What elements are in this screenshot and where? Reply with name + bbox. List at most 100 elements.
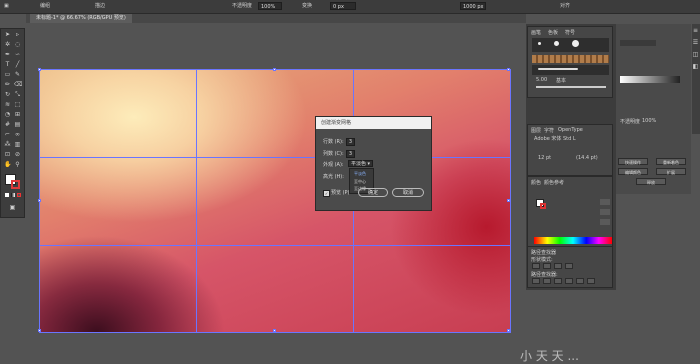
- graph-tool-icon[interactable]: ▥: [14, 142, 21, 148]
- mesh-line-horizontal[interactable]: [40, 245, 510, 246]
- preview-checkbox[interactable]: ✓: [323, 190, 330, 197]
- brush-dot-icon[interactable]: [572, 40, 579, 47]
- direct-selection-tool-icon[interactable]: ▹: [14, 32, 21, 38]
- ctrl-align-label[interactable]: 对齐: [560, 2, 570, 11]
- tab-character[interactable]: 字符: [544, 127, 554, 134]
- bounding-handle[interactable]: [273, 329, 276, 332]
- properties-icon[interactable]: ☰: [692, 40, 699, 46]
- blend-tool-icon[interactable]: ∞: [14, 132, 21, 138]
- brush-dot-icon[interactable]: [554, 41, 559, 46]
- mesh-tool-icon[interactable]: #: [4, 122, 11, 128]
- bounding-handle[interactable]: [273, 68, 276, 71]
- artboard-gradient-mesh[interactable]: [38, 68, 511, 333]
- outline-icon[interactable]: [576, 278, 584, 284]
- ctrl-transform-label[interactable]: 变换: [302, 2, 312, 11]
- line-tool-icon[interactable]: ╱: [14, 62, 21, 68]
- dropdown-option[interactable]: 至中心: [354, 179, 366, 185]
- stroke-color-swatch[interactable]: [11, 180, 20, 189]
- font-size-field[interactable]: 12 pt: [538, 155, 551, 161]
- bounding-handle[interactable]: [507, 329, 510, 332]
- minus-back-icon[interactable]: [587, 278, 595, 284]
- artboard-tool-icon[interactable]: ⊡: [4, 152, 11, 158]
- intersect-icon[interactable]: [554, 263, 562, 269]
- dropdown-option[interactable]: 平淡色: [354, 171, 366, 177]
- slice-tool-icon[interactable]: ⊘: [14, 152, 21, 158]
- color-spectrum-bar[interactable]: [534, 237, 612, 244]
- columns-input[interactable]: 3: [346, 150, 355, 158]
- color-value-field[interactable]: [600, 199, 610, 205]
- rows-input[interactable]: 3: [346, 138, 355, 146]
- type-tool-icon[interactable]: T: [4, 62, 11, 68]
- opacity-value[interactable]: 100%: [642, 118, 656, 124]
- ctrl-opacity-label[interactable]: 不透明度: [232, 2, 252, 11]
- y-field[interactable]: 1000 px: [460, 2, 486, 10]
- width-tool-icon[interactable]: ≋: [4, 102, 11, 108]
- color-value-field[interactable]: [600, 219, 610, 225]
- selection-tool-icon[interactable]: ➤: [4, 32, 11, 38]
- lasso-tool-icon[interactable]: ◌: [14, 42, 21, 48]
- tab-symbols[interactable]: 符号: [565, 29, 575, 36]
- color-value-field[interactable]: [600, 209, 610, 215]
- brush-stroke-swatch[interactable]: [532, 65, 609, 75]
- tab-opentype[interactable]: OpenType: [558, 127, 583, 133]
- rectangle-tool-icon[interactable]: ▭: [4, 72, 11, 78]
- opacity-field[interactable]: 100%: [258, 2, 282, 10]
- quick-action-button[interactable]: 快速操作: [618, 158, 648, 165]
- magic-wand-tool-icon[interactable]: ✲: [4, 42, 11, 48]
- divide-icon[interactable]: [532, 278, 540, 284]
- unite-icon[interactable]: [532, 263, 540, 269]
- paintbrush-tool-icon[interactable]: ✎: [14, 72, 21, 78]
- tab-brushes[interactable]: 画笔: [531, 29, 541, 36]
- trim-icon[interactable]: [543, 278, 551, 284]
- brush-dot-icon[interactable]: [538, 42, 541, 45]
- bounding-handle[interactable]: [507, 68, 510, 71]
- perspective-grid-tool-icon[interactable]: ⊞: [14, 112, 21, 118]
- bounding-handle[interactable]: [38, 68, 41, 71]
- crop-icon[interactable]: [565, 278, 573, 284]
- pen-tool-icon[interactable]: ✒: [4, 52, 11, 58]
- ok-button[interactable]: 确定: [358, 188, 388, 197]
- curvature-tool-icon[interactable]: ∽: [14, 52, 21, 58]
- cancel-button[interactable]: 取消: [392, 188, 424, 197]
- recolor-button[interactable]: 重新着色: [656, 158, 686, 165]
- scale-tool-icon[interactable]: ⤡: [14, 92, 21, 98]
- gradient-bar[interactable]: [620, 76, 680, 83]
- rotate-tool-icon[interactable]: ↻: [4, 92, 11, 98]
- brush-pattern-swatch[interactable]: [532, 55, 609, 63]
- bounding-handle[interactable]: [38, 329, 41, 332]
- color-mode-icon[interactable]: [5, 193, 9, 197]
- mesh-line-vertical[interactable]: [196, 70, 197, 332]
- gradient-tool-icon[interactable]: ▤: [14, 122, 21, 128]
- panel-collapse-icon[interactable]: ≡: [692, 28, 699, 34]
- free-transform-tool-icon[interactable]: ⬚: [14, 102, 21, 108]
- layers-icon[interactable]: ◫: [692, 52, 699, 58]
- edit-colors-button[interactable]: 编辑颜色: [618, 168, 648, 175]
- eyedropper-tool-icon[interactable]: ⌐: [4, 132, 11, 138]
- tab-color[interactable]: 颜色: [531, 179, 541, 186]
- font-family-field[interactable]: Adobe 宋体 Std L: [534, 135, 576, 142]
- release-button[interactable]: 释放: [636, 178, 666, 185]
- shape-builder-tool-icon[interactable]: ◔: [4, 112, 11, 118]
- zoom-tool-icon[interactable]: ⚲: [14, 162, 21, 168]
- ctrl-stroke-label[interactable]: 描边: [95, 2, 105, 11]
- tab-layers[interactable]: 图层: [531, 127, 541, 134]
- hand-tool-icon[interactable]: ✋: [4, 162, 11, 168]
- mesh-line-horizontal[interactable]: [40, 157, 510, 158]
- libraries-icon[interactable]: ◧: [692, 64, 699, 70]
- merge-icon[interactable]: [554, 278, 562, 284]
- none-mode-icon[interactable]: [17, 193, 21, 197]
- gradient-mode-icon[interactable]: [11, 193, 15, 197]
- bounding-handle[interactable]: [507, 199, 510, 202]
- symbol-sprayer-tool-icon[interactable]: ⁂: [4, 142, 11, 148]
- ctrl-group-label[interactable]: 编组: [40, 2, 50, 11]
- tab-swatches[interactable]: 色板: [548, 29, 558, 36]
- stroke-swatch[interactable]: [540, 203, 546, 209]
- minus-front-icon[interactable]: [543, 263, 551, 269]
- exclude-icon[interactable]: [565, 263, 573, 269]
- brush-dots-row[interactable]: [532, 38, 609, 52]
- expand-button[interactable]: 扩展: [656, 168, 686, 175]
- leading-field[interactable]: (14.4 pt): [576, 155, 598, 161]
- bounding-handle[interactable]: [38, 199, 41, 202]
- pencil-tool-icon[interactable]: ✏: [4, 82, 11, 88]
- eraser-tool-icon[interactable]: ⌫: [14, 82, 22, 88]
